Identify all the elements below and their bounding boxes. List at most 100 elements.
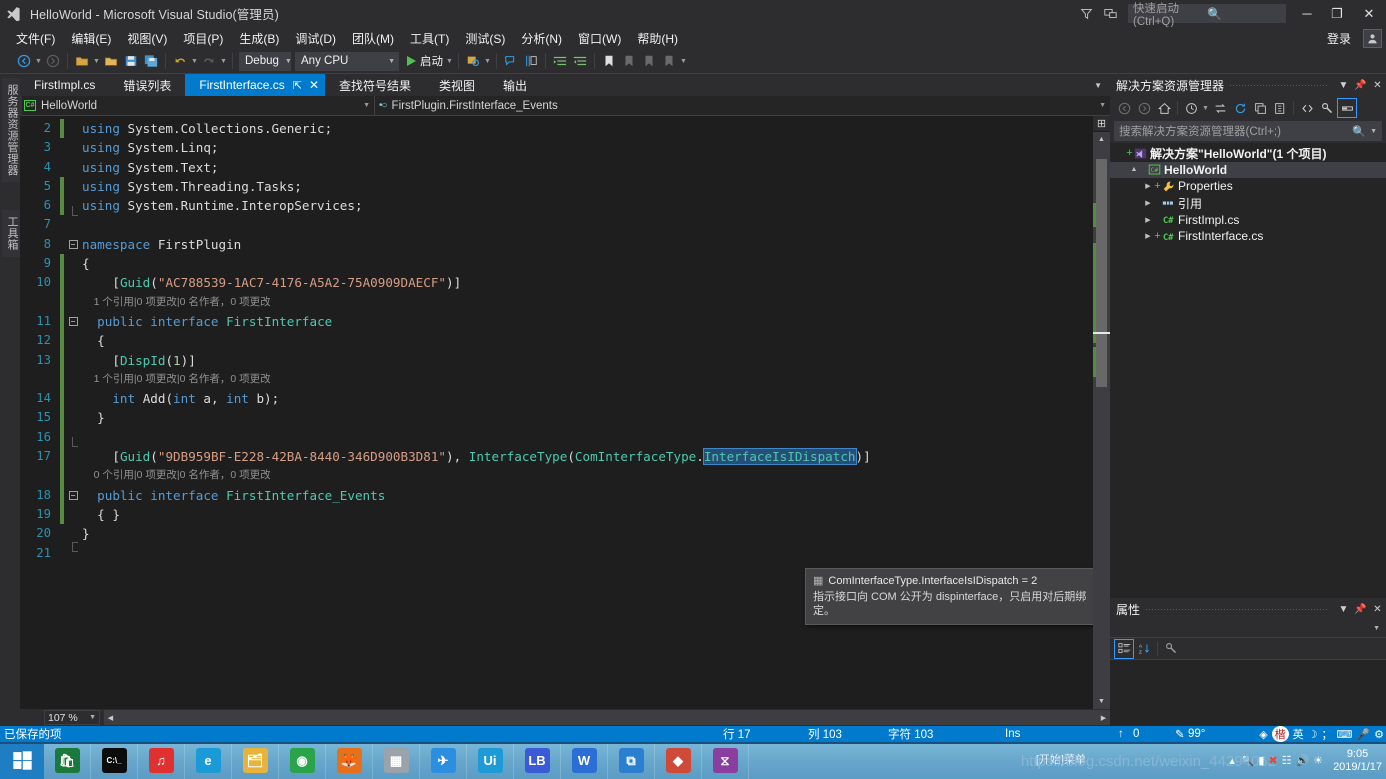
ime-punctuation-icon[interactable]: ； [1322,726,1333,742]
taskbar-item[interactable]: LB [514,742,561,779]
code-line[interactable]: 10 [Guid("AC788539-1AC7-4176-A5A2-75A090… [20,273,1093,293]
header-drag-area[interactable] [1146,598,1329,620]
undo-icon[interactable] [170,50,190,72]
taskbar-item[interactable]: ◆ [655,742,702,779]
scroll-left-icon[interactable]: ◀ [104,710,117,725]
editor-vertical-scrollbar[interactable]: ⊞ ▲ ▼ [1093,116,1110,709]
solution-explorer-search-input[interactable]: 搜索解决方案资源管理器(Ctrl+;) 🔍 ▼ [1114,121,1382,141]
tab-strip-overflow[interactable]: ▼ [1089,74,1110,96]
code-line[interactable]: 21 [20,544,1093,563]
tray-notification-icon[interactable]: ☀ [1313,754,1323,767]
taskbar-item[interactable]: C:\_ [91,742,138,779]
codelens-text[interactable]: 1 个引用|0 项更改|0 名作者，0 项更改 [82,370,1093,389]
navigate-back-icon[interactable] [14,50,34,72]
uncomment-selection-icon[interactable] [521,50,541,72]
menu-item-file[interactable]: 文件(F) [8,28,63,49]
redo-icon[interactable] [199,50,219,72]
account-icon[interactable] [1363,28,1382,48]
comment-selection-icon[interactable] [501,50,521,72]
taskbar-item[interactable]: 🛍 [44,742,91,779]
vscode-icon[interactable]: ⧉ [618,748,644,773]
code-line[interactable]: 6 using System.Runtime.InteropServices; [20,196,1093,216]
chevron-down-icon[interactable]: ▼ [1089,81,1107,90]
visual-studio-icon[interactable]: ⧖ [712,748,738,773]
code-line[interactable]: 19 { } [20,504,1093,525]
menu-item-window[interactable]: 窗口(W) [570,28,629,49]
minimize-button[interactable]: ─ [1292,0,1322,27]
microphone-icon[interactable]: 🎤 [1356,728,1370,741]
tab-class-view[interactable]: 类视图 [425,74,489,96]
tray-error-icon[interactable]: ✖ [1268,754,1277,767]
firefox-icon[interactable]: 🦊 [336,748,362,773]
home-icon[interactable] [1154,98,1174,118]
menu-item-project[interactable]: 项目(P) [175,28,231,49]
close-icon[interactable]: ✕ [1369,598,1386,620]
code-line[interactable]: 18 − public interface FirstInterface_Even… [20,485,1093,505]
alphabetical-view-icon[interactable]: AZ [1134,639,1154,659]
solution-configuration-combo[interactable]: Debug ▼ [239,51,292,71]
toolbar-overflow-icon[interactable]: ▼ [679,50,688,72]
tree-expander-icon[interactable]: ▶ [1142,232,1154,240]
taskbar-item[interactable]: 🦊 [326,742,373,779]
codelens-text[interactable]: 1 个引用|0 项更改|0 名作者，0 项更改 [82,293,1093,312]
zoom-level-combo[interactable]: 107 % ▼ [44,710,100,725]
tray-network-icon[interactable]: ☷ [1282,754,1292,767]
redo-dropdown-icon[interactable]: ▼ [219,50,228,72]
outlining-gutter[interactable]: − [64,239,82,249]
tab-firstinterface-cs[interactable]: FirstInterface.cs ⇱ ✕ [185,74,325,96]
tray-app-icon[interactable]: 🔍 [1241,754,1255,767]
taskbar-item[interactable]: ▦ [373,742,420,779]
navigate-forward-icon[interactable] [43,50,63,72]
restore-button[interactable]: ❐ [1322,0,1352,27]
scroll-up-icon[interactable]: ▲ [1093,132,1110,147]
funnel-icon[interactable] [1074,0,1098,27]
uipath-icon[interactable]: Ui [477,748,503,773]
netease-music-icon[interactable]: ♫ [148,748,174,773]
increase-indent-icon[interactable] [550,50,570,72]
menu-item-view[interactable]: 视图(V) [119,28,175,49]
tree-item-5[interactable]: ▶ + C# FirstInterface.cs [1110,228,1386,245]
taskbar-item[interactable]: ♫ [138,742,185,779]
collapse-all-icon[interactable] [1250,98,1270,118]
code-line[interactable]: 20} [20,524,1093,552]
collapse-minus-icon[interactable]: − [68,317,78,327]
preview-selected-items-icon[interactable] [1337,98,1357,118]
decrease-indent-icon[interactable] [570,50,590,72]
quick-launch-input[interactable]: 快速启动 (Ctrl+Q) 🔍 [1128,3,1286,28]
wps-icon[interactable]: W [571,748,597,773]
code-line[interactable]: 16 [20,427,1093,448]
navbar-member-combo[interactable]: •○ FirstPlugin.FirstInterface_Events ▼ [375,96,1110,115]
clear-bookmarks-icon[interactable] [659,50,679,72]
menu-item-tools[interactable]: 工具(T) [402,28,457,49]
attach-process-icon[interactable] [463,50,483,72]
outlining-gutter[interactable]: − [64,317,82,327]
taskbar-item[interactable]: ✈ [420,742,467,779]
code-line[interactable]: 3 using System.Linq; [20,138,1093,157]
microsoft-store-icon[interactable]: 🛍 [54,748,80,773]
start-button[interactable] [0,742,44,779]
taskbar-item[interactable]: ⧖ [702,742,749,779]
code-line[interactable]: 4 using System.Text; [20,158,1093,177]
taskbar-item[interactable]: e [185,742,232,779]
pending-changes-dropdown-icon[interactable]: ▼ [1201,97,1210,119]
tray-up-icon[interactable]: ▲ [1228,756,1237,766]
tree-expander-icon[interactable]: ▲ [1128,166,1140,173]
close-button[interactable]: ✕ [1352,0,1386,27]
pin-icon[interactable]: ⇱ [293,79,302,92]
split-view-handle[interactable]: ⊞ [1093,116,1110,132]
scrollbar-track[interactable] [1093,147,1110,694]
lanzou-icon[interactable]: LB [524,748,550,773]
property-pages-icon[interactable] [1161,639,1181,659]
previous-bookmark-icon[interactable] [619,50,639,72]
code-line[interactable]: 9{ [20,254,1093,274]
view-code-icon[interactable] [1297,98,1317,118]
diamond-icon[interactable]: ◈ [1259,728,1267,741]
attach-dropdown-icon[interactable]: ▼ [483,50,492,72]
categorized-view-icon[interactable] [1114,638,1134,659]
code-line[interactable]: 15 } [20,408,1093,428]
show-all-files-icon[interactable] [1270,98,1290,118]
navigate-back-dropdown-icon[interactable]: ▼ [34,50,43,72]
forward-icon[interactable] [1134,98,1154,118]
next-bookmark-icon[interactable] [639,50,659,72]
new-project-icon[interactable] [72,50,92,72]
